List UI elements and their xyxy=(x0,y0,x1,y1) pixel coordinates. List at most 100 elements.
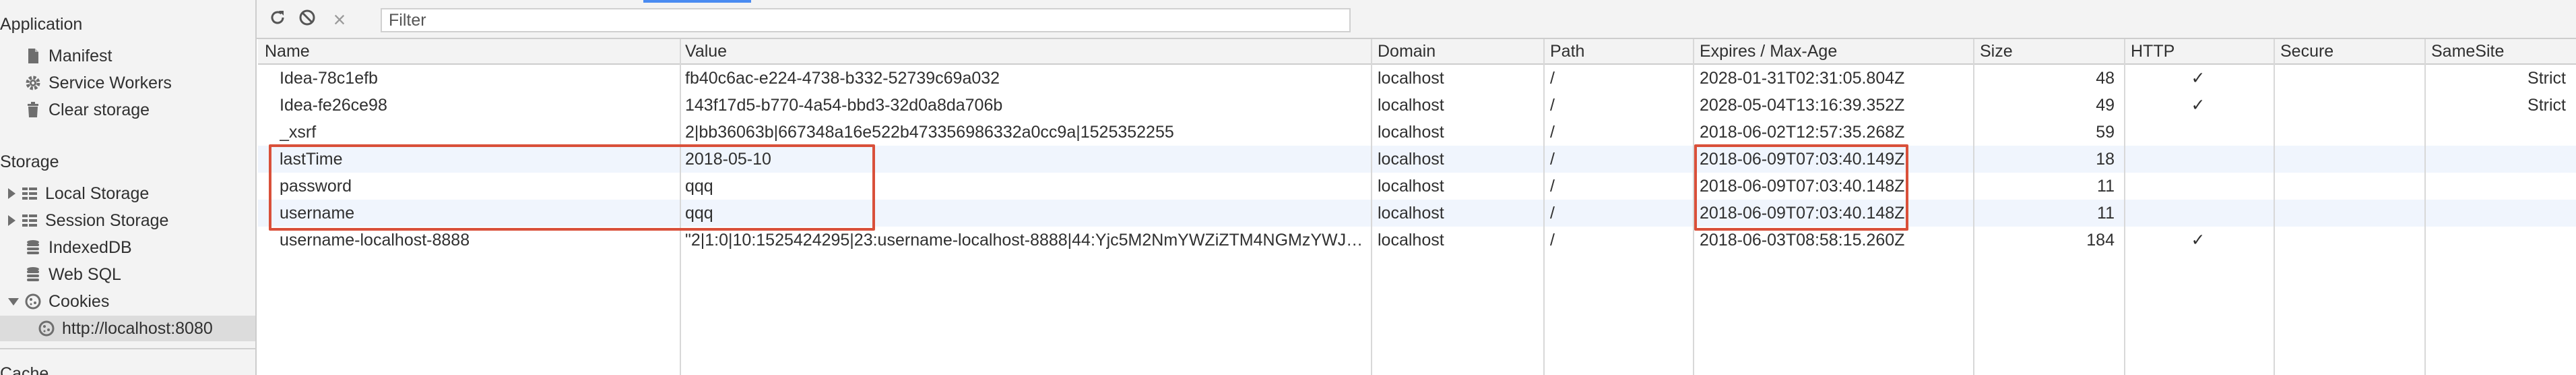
table-row[interactable]: username-localhost-8888 "2|1:0|10:152542… xyxy=(258,227,2576,254)
cookie-domain: localhost xyxy=(1378,150,1444,169)
cookie-expires: 2018-06-02T12:57:35.268Z xyxy=(1700,123,1905,142)
sidebar-item-label: IndexedDB xyxy=(49,237,132,257)
cookie-path: / xyxy=(1550,96,1555,115)
sidebar-item-label: Manifest xyxy=(49,46,112,65)
trash-icon xyxy=(24,101,42,119)
cookie-http: ✓ xyxy=(2191,69,2205,88)
sidebar-item-web-sql[interactable]: Web SQL xyxy=(0,262,255,287)
cookie-size: 184 xyxy=(2086,231,2115,250)
highlight-box-name-value xyxy=(269,144,875,231)
column-header-secure[interactable]: Secure xyxy=(2280,38,2333,65)
sidebar-item-clear-storage[interactable]: Clear storage xyxy=(0,97,255,123)
sidebar-item-label: Service Workers xyxy=(49,73,172,92)
sidebar-item-local-storage[interactable]: Local Storage xyxy=(0,181,255,206)
cookie-size: 59 xyxy=(2096,123,2115,142)
cookie-value: "2|1:0|10:1525424295|23:username-localho… xyxy=(685,231,1365,250)
collapse-arrow-icon[interactable] xyxy=(8,297,19,306)
sidebar-item-manifest[interactable]: Manifest xyxy=(0,43,255,69)
cookie-path: / xyxy=(1550,150,1555,169)
sidebar-item-label: http://localhost:8080 xyxy=(62,318,213,338)
column-header-domain[interactable]: Domain xyxy=(1378,38,1436,65)
database-icon xyxy=(24,266,42,283)
cookie-table: Name Value Domain Path Expires / Max-Age… xyxy=(258,39,2576,375)
delete-selected-button[interactable]: × xyxy=(328,7,351,32)
cookie-domain: localhost xyxy=(1378,231,1444,250)
highlight-box-expires xyxy=(1694,144,1908,231)
sidebar-item-indexeddb[interactable]: IndexedDB xyxy=(0,235,255,260)
cookie-size: 49 xyxy=(2096,96,2115,115)
expand-arrow-icon[interactable] xyxy=(8,215,15,226)
column-header-value[interactable]: Value xyxy=(685,38,727,65)
active-tab-indicator xyxy=(643,0,751,3)
cookie-value: 2|bb36063b|667348a16e522b473356986332a0c… xyxy=(685,123,1174,142)
column-divider[interactable] xyxy=(1371,39,1372,375)
column-divider[interactable] xyxy=(1973,39,1974,375)
cookie-domain: localhost xyxy=(1378,204,1444,223)
cookie-path: / xyxy=(1550,123,1555,142)
cookie-expires: 2028-05-04T13:16:39.352Z xyxy=(1700,96,1905,115)
cookie-samesite: Strict xyxy=(2527,69,2566,88)
cookie-value: fb40c6ac-e224-4738-b332-52739c69a032 xyxy=(685,69,1000,88)
cookie-size: 18 xyxy=(2096,150,2115,169)
cookie-path: / xyxy=(1550,69,1555,88)
cookie-icon xyxy=(38,320,55,337)
sidebar-item-label: Cookies xyxy=(49,291,110,311)
sidebar-item-session-storage[interactable]: Session Storage xyxy=(0,208,255,233)
cookie-expires: 2028-01-31T02:31:05.804Z xyxy=(1700,69,1905,88)
grid-icon xyxy=(21,212,38,229)
sidebar: Application Manifest Service Workers Cle… xyxy=(0,0,257,375)
column-header-name[interactable]: Name xyxy=(265,38,310,65)
cookie-domain: localhost xyxy=(1378,96,1444,115)
table-header: Name Value Domain Path Expires / Max-Age… xyxy=(258,39,2576,65)
document-icon xyxy=(24,47,42,65)
cookie-name: Idea-fe26ce98 xyxy=(280,96,387,115)
cookie-path: / xyxy=(1550,177,1555,196)
table-row[interactable]: Idea-78c1efb fb40c6ac-e224-4738-b332-527… xyxy=(258,65,2576,92)
gear-icon xyxy=(24,74,42,92)
cookie-http: ✓ xyxy=(2191,231,2205,250)
cookie-path: / xyxy=(1550,204,1555,223)
column-header-http[interactable]: HTTP xyxy=(2131,38,2175,65)
sidebar-item-label: Session Storage xyxy=(45,210,169,230)
cookie-http: ✓ xyxy=(2191,96,2205,115)
expand-arrow-icon[interactable] xyxy=(8,188,15,199)
cookie-value: 143f17d5-b770-4a54-bbd3-32d0a8da706b xyxy=(685,96,1003,115)
cookie-name: username-localhost-8888 xyxy=(280,231,470,250)
column-header-size[interactable]: Size xyxy=(1980,38,2013,65)
sidebar-item-cookie-origin[interactable]: http://localhost:8080 xyxy=(0,316,255,341)
column-divider[interactable] xyxy=(2274,39,2275,375)
clear-all-button[interactable] xyxy=(296,8,319,31)
cookie-domain: localhost xyxy=(1378,69,1444,88)
cookie-path: / xyxy=(1550,231,1555,250)
sidebar-item-label: Web SQL xyxy=(49,264,121,284)
sidebar-item-label: Clear storage xyxy=(49,100,150,119)
close-icon: × xyxy=(333,7,346,32)
filter-input[interactable] xyxy=(381,8,1351,32)
refresh-button[interactable] xyxy=(266,8,289,31)
column-header-samesite[interactable]: SameSite xyxy=(2431,38,2504,65)
cookie-icon xyxy=(24,293,42,310)
cookie-domain: localhost xyxy=(1378,177,1444,196)
table-row[interactable]: Idea-fe26ce98 143f17d5-b770-4a54-bbd3-32… xyxy=(258,92,2576,119)
cookie-name: _xsrf xyxy=(280,123,317,142)
grid-icon xyxy=(21,185,38,202)
refresh-icon xyxy=(268,8,287,32)
cookie-toolbar: × xyxy=(257,0,2576,39)
application-section-title: Application xyxy=(0,15,83,34)
table-row[interactable]: _xsrf 2|bb36063b|667348a16e522b473356986… xyxy=(258,119,2576,146)
column-divider[interactable] xyxy=(2124,39,2125,375)
cache-section-title: Cache xyxy=(0,364,49,375)
column-header-path[interactable]: Path xyxy=(1550,38,1584,65)
block-icon xyxy=(298,8,317,32)
column-divider[interactable] xyxy=(2424,39,2426,375)
cookie-name: Idea-78c1efb xyxy=(280,69,378,88)
sidebar-item-cookies[interactable]: Cookies xyxy=(0,289,255,314)
cookie-domain: localhost xyxy=(1378,123,1444,142)
cookie-expires: 2018-06-03T08:58:15.260Z xyxy=(1700,231,1905,250)
storage-section-title: Storage xyxy=(0,152,59,171)
sidebar-item-label: Local Storage xyxy=(45,183,150,203)
column-header-expires[interactable]: Expires / Max-Age xyxy=(1700,38,1837,65)
divider xyxy=(0,348,255,349)
sidebar-item-service-workers[interactable]: Service Workers xyxy=(0,70,255,96)
column-divider[interactable] xyxy=(1543,39,1545,375)
